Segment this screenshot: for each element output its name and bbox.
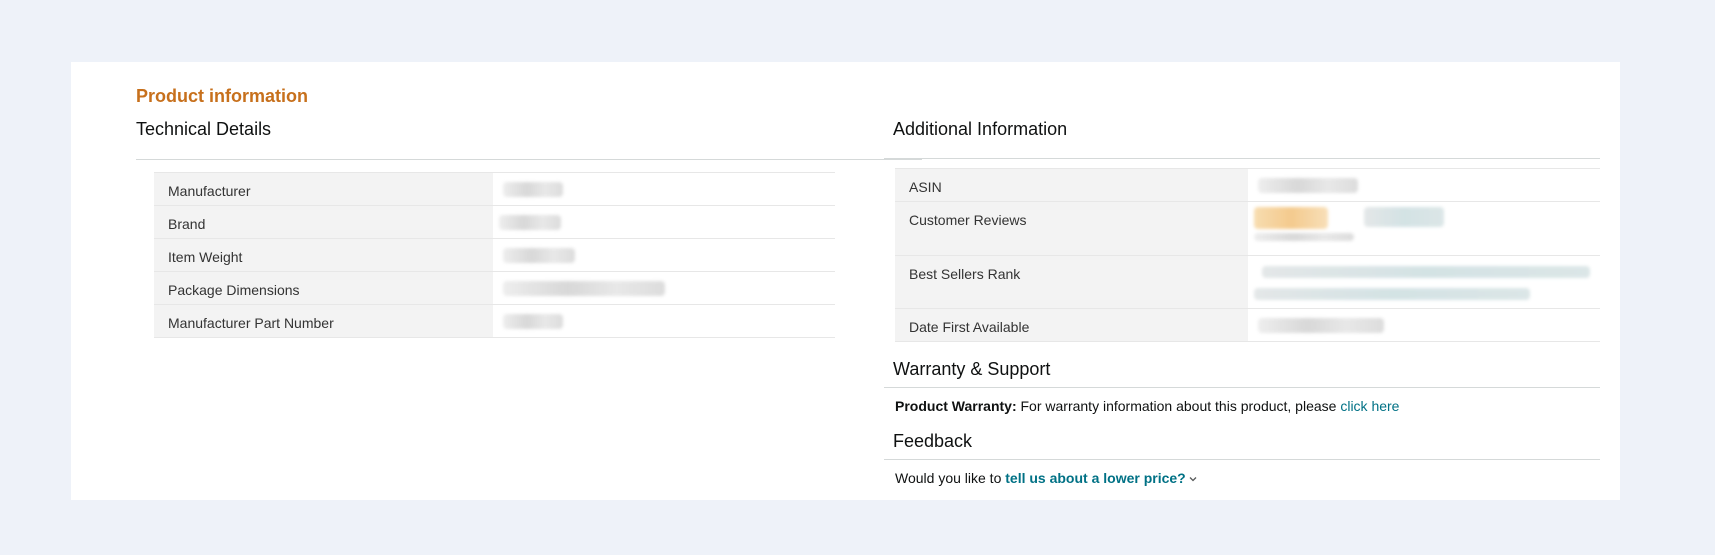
- row-value-redacted: [493, 239, 835, 272]
- product-information-card: Product information Technical Details Ma…: [71, 62, 1620, 500]
- table-row: Manufacturer: [154, 172, 835, 206]
- review-stars-redacted[interactable]: [1254, 207, 1328, 229]
- feedback-divider: [884, 459, 1600, 460]
- row-label: Best Sellers Rank: [895, 255, 1248, 309]
- row-label: Date First Available: [895, 308, 1248, 342]
- product-warranty-text: For warranty information about this prod…: [1020, 398, 1337, 414]
- table-row: Manufacturer Part Number: [154, 304, 835, 338]
- row-value-redacted: [1248, 309, 1600, 342]
- row-value-redacted: [493, 272, 835, 305]
- additional-information-table: ASIN Customer Reviews Best Sellers Rank: [895, 168, 1600, 342]
- table-row: Date First Available: [895, 308, 1600, 342]
- row-label: Manufacturer: [154, 172, 493, 206]
- additional-information-divider: [884, 158, 1600, 159]
- table-row: Package Dimensions: [154, 271, 835, 305]
- additional-information-title: Additional Information: [893, 119, 1068, 139]
- row-label: Brand: [154, 205, 493, 239]
- row-label: ASIN: [895, 168, 1248, 202]
- warranty-support-title: Warranty & Support: [893, 359, 1051, 379]
- table-row: Best Sellers Rank: [895, 255, 1600, 309]
- product-warranty-label: Product Warranty:: [895, 398, 1017, 414]
- chevron-down-icon[interactable]: [1188, 474, 1198, 484]
- product-warranty-line: Product Warranty: For warranty informati…: [895, 397, 1399, 415]
- lower-price-feedback-link[interactable]: tell us about a lower price?: [1005, 470, 1197, 486]
- row-value-redacted: [1248, 169, 1600, 202]
- technical-details-table: Manufacturer Brand Item Weight Package D…: [154, 172, 835, 338]
- table-row: Brand: [154, 205, 835, 239]
- row-label: Manufacturer Part Number: [154, 304, 493, 338]
- row-label: Item Weight: [154, 238, 493, 272]
- row-value-redacted: [493, 206, 835, 239]
- row-value-redacted: [1248, 256, 1600, 309]
- feedback-title: Feedback: [893, 431, 973, 451]
- row-value-redacted: [493, 173, 835, 206]
- table-row: ASIN: [895, 168, 1600, 202]
- feedback-prompt: Would you like to: [895, 470, 1002, 486]
- warranty-click-here-link[interactable]: click here: [1340, 398, 1399, 414]
- page-title: Product information: [136, 86, 308, 106]
- row-value-redacted[interactable]: [1248, 202, 1600, 256]
- feedback-line: Would you like to tell us about a lower …: [895, 469, 1198, 487]
- row-label: Customer Reviews: [895, 201, 1248, 256]
- warranty-divider: [884, 387, 1600, 388]
- technical-details-title: Technical Details: [136, 119, 272, 139]
- table-row: Customer Reviews: [895, 201, 1600, 256]
- table-row: Item Weight: [154, 238, 835, 272]
- technical-details-divider: [136, 159, 922, 160]
- row-value-redacted: [493, 305, 835, 338]
- row-label: Package Dimensions: [154, 271, 493, 305]
